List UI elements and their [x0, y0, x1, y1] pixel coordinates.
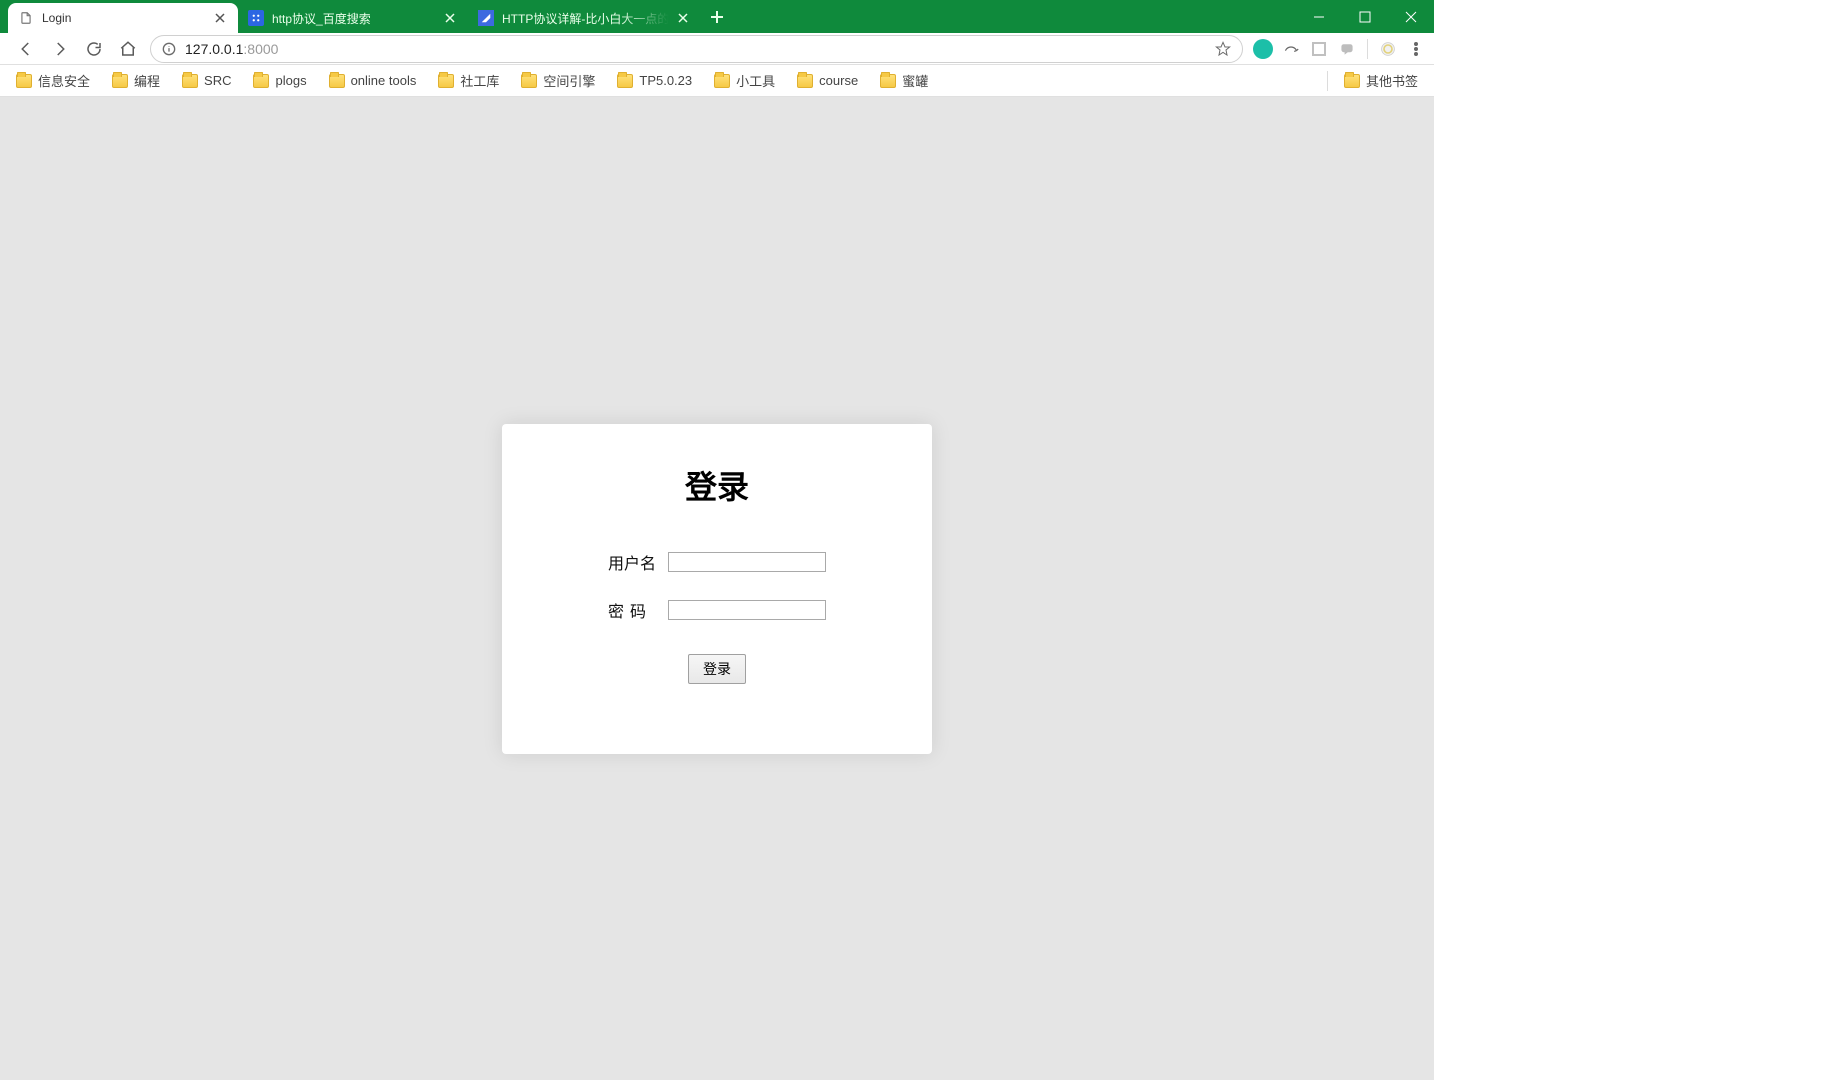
right-gutter — [1434, 0, 1842, 1080]
new-tab-button[interactable] — [701, 3, 733, 31]
bookmark-folder[interactable]: 信息安全 — [14, 68, 92, 93]
reload-button[interactable] — [82, 37, 106, 61]
folder-icon — [617, 74, 633, 88]
folder-icon — [329, 74, 345, 88]
tab-title: HTTP协议详解-比小白大一点的 — [502, 10, 669, 27]
chrome-menu-button[interactable] — [1406, 39, 1426, 59]
bookmark-folder[interactable]: course — [795, 70, 860, 91]
tab-close-button[interactable] — [212, 10, 228, 26]
bookmark-label: online tools — [351, 73, 417, 88]
extension-icon[interactable] — [1337, 39, 1357, 59]
bookmark-label: SRC — [204, 73, 231, 88]
tab-strip: Login http协议_百度搜索 — [0, 3, 733, 33]
password-input[interactable] — [668, 600, 826, 620]
tab-cnblogs[interactable]: HTTP协议详解-比小白大一点的 — [468, 3, 701, 33]
bookmark-folder[interactable]: 小工具 — [712, 68, 777, 93]
forward-button[interactable] — [48, 37, 72, 61]
separator — [1367, 39, 1368, 59]
bookmark-label: 小工具 — [736, 71, 775, 90]
bookmark-folder[interactable]: 空间引擎 — [519, 68, 597, 93]
bookmark-folder[interactable]: plogs — [251, 70, 308, 91]
folder-icon — [182, 74, 198, 88]
folder-icon — [1344, 74, 1360, 88]
folder-icon — [714, 74, 730, 88]
bookmark-label: 其他书签 — [1366, 71, 1418, 90]
password-row: 密码 — [608, 598, 826, 622]
tab-title: http协议_百度搜索 — [272, 10, 436, 27]
baidu-favicon — [248, 10, 264, 26]
site-info-icon[interactable] — [161, 41, 177, 57]
url-host: 127.0.0.1 — [185, 41, 243, 57]
bookmark-label: 编程 — [134, 71, 160, 90]
bookmarks-bar: 信息安全 编程 SRC plogs online tools 社工库 空间引擎 … — [0, 65, 1434, 97]
minimize-button[interactable] — [1296, 0, 1342, 33]
tab-baidu[interactable]: http协议_百度搜索 — [238, 3, 468, 33]
folder-icon — [438, 74, 454, 88]
window-controls — [1296, 0, 1434, 33]
address-bar[interactable]: 127.0.0.1:8000 — [150, 35, 1243, 63]
url-port: :8000 — [243, 41, 278, 57]
username-input[interactable] — [668, 552, 826, 572]
bookmark-folder[interactable]: SRC — [180, 70, 233, 91]
browser-toolbar: 127.0.0.1:8000 — [0, 33, 1434, 65]
bookmark-folder[interactable]: TP5.0.23 — [615, 70, 694, 91]
separator — [1327, 71, 1328, 91]
maximize-button[interactable] — [1342, 0, 1388, 33]
tab-title: Login — [42, 11, 206, 25]
other-bookmarks[interactable]: 其他书签 — [1342, 68, 1420, 93]
extension-icon[interactable] — [1253, 39, 1273, 59]
extension-icons — [1253, 39, 1426, 59]
bookmark-label: 蜜罐 — [902, 71, 928, 90]
login-heading: 登录 — [685, 462, 749, 508]
folder-icon — [797, 74, 813, 88]
close-window-button[interactable] — [1388, 0, 1434, 33]
bookmark-label: course — [819, 73, 858, 88]
bookmark-folder[interactable]: 社工库 — [436, 68, 501, 93]
browser-titlebar: Login http协议_百度搜索 — [0, 0, 1434, 33]
login-card: 登录 用户名 密码 登录 — [502, 424, 932, 754]
extension-icon[interactable] — [1281, 39, 1301, 59]
tab-login[interactable]: Login — [8, 3, 238, 33]
bookmark-label: 信息安全 — [38, 71, 90, 90]
bookmark-label: 社工库 — [460, 71, 499, 90]
bookmark-label: TP5.0.23 — [639, 73, 692, 88]
folder-icon — [253, 74, 269, 88]
username-row: 用户名 — [608, 550, 826, 574]
folder-icon — [112, 74, 128, 88]
home-button[interactable] — [116, 37, 140, 61]
password-label: 密码 — [608, 598, 660, 622]
bookmark-folder[interactable]: 蜜罐 — [878, 68, 930, 93]
file-icon — [18, 10, 34, 26]
page-viewport: 登录 用户名 密码 登录 — [0, 97, 1434, 1080]
tab-close-button[interactable] — [675, 10, 691, 26]
cnblogs-favicon — [478, 10, 494, 26]
nav-buttons — [8, 37, 140, 61]
login-button[interactable]: 登录 — [688, 654, 746, 684]
folder-icon — [880, 74, 896, 88]
back-button[interactable] — [14, 37, 38, 61]
folder-icon — [521, 74, 537, 88]
username-label: 用户名 — [608, 550, 660, 574]
profile-avatar-icon[interactable] — [1378, 39, 1398, 59]
tab-close-button[interactable] — [442, 10, 458, 26]
extension-icon[interactable] — [1309, 39, 1329, 59]
folder-icon — [16, 74, 32, 88]
bookmark-label: plogs — [275, 73, 306, 88]
bookmark-label: 空间引擎 — [543, 71, 595, 90]
bookmark-folder[interactable]: online tools — [327, 70, 419, 91]
bookmark-star-icon[interactable] — [1214, 40, 1232, 58]
bookmark-folder[interactable]: 编程 — [110, 68, 162, 93]
